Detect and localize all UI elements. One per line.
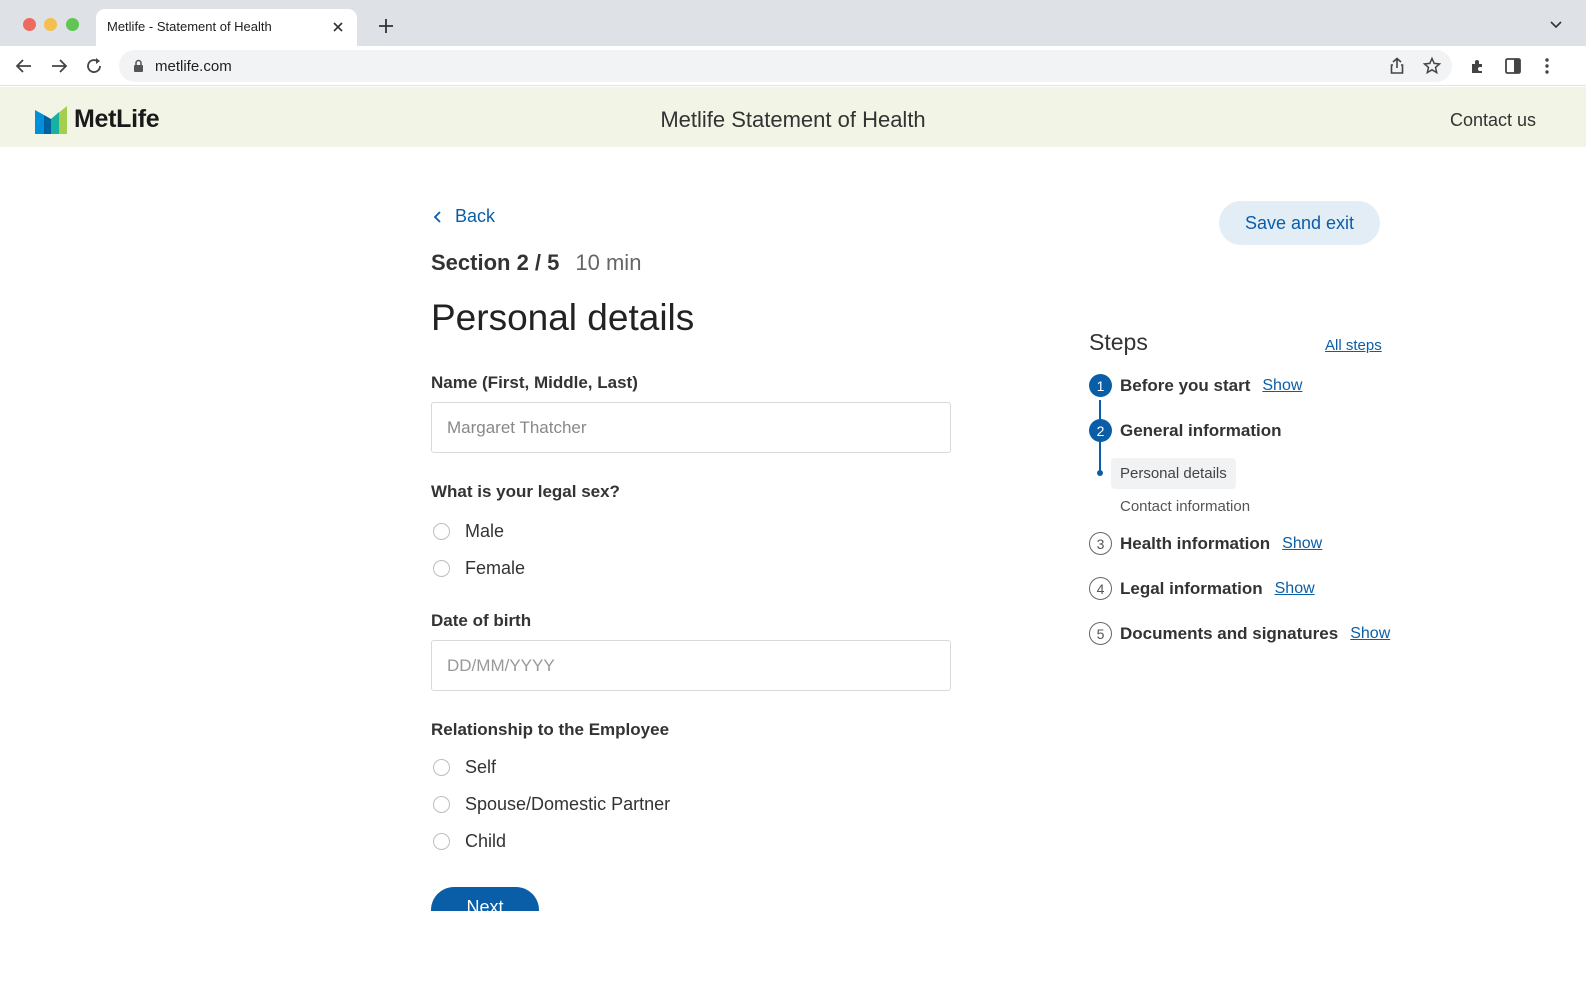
legal-sex-label: What is your legal sex? bbox=[431, 482, 620, 501]
radio-button[interactable] bbox=[433, 796, 450, 813]
step-number: 4 bbox=[1089, 577, 1112, 600]
chevron-left-icon bbox=[433, 210, 441, 223]
name-label: Name (First, Middle, Last) bbox=[431, 373, 638, 392]
date-of-birth-input[interactable] bbox=[431, 640, 951, 691]
site-header: MetLife Metlife Statement of Health Cont… bbox=[0, 87, 1586, 147]
step-health-information: 3 Health information Show bbox=[1089, 532, 1322, 555]
save-and-exit-button[interactable]: Save and exit bbox=[1219, 201, 1380, 245]
radio-button[interactable] bbox=[433, 560, 450, 577]
browser-tab[interactable]: Metlife - Statement of Health bbox=[96, 9, 357, 46]
show-link[interactable]: Show bbox=[1282, 535, 1322, 553]
forward-arrow-icon[interactable] bbox=[49, 56, 69, 76]
page-title: Personal details bbox=[431, 297, 695, 338]
plus-icon[interactable] bbox=[378, 18, 394, 34]
show-link[interactable]: Show bbox=[1275, 580, 1315, 598]
radio-label: Self bbox=[465, 757, 497, 777]
section-number: Section 2 / 5 bbox=[431, 250, 560, 275]
radio-spouse-domestic-partner[interactable]: Spouse/Domestic Partner bbox=[433, 794, 670, 815]
step-label: General information bbox=[1120, 420, 1282, 440]
next-button-container: Next bbox=[431, 887, 546, 911]
back-label: Back bbox=[455, 206, 496, 226]
step-number: 3 bbox=[1089, 532, 1112, 555]
show-link[interactable]: Show bbox=[1350, 625, 1390, 643]
current-substep-marker bbox=[1097, 470, 1103, 476]
date-of-birth-label: Date of birth bbox=[431, 611, 532, 630]
step-number: 1 bbox=[1089, 374, 1112, 397]
side-panel-icon[interactable] bbox=[1503, 56, 1523, 76]
radio-self[interactable]: Self bbox=[433, 757, 496, 778]
radio-button[interactable] bbox=[433, 833, 450, 850]
step-number: 5 bbox=[1089, 622, 1112, 645]
estimated-time: 10 min bbox=[575, 250, 642, 275]
next-button[interactable]: Next bbox=[431, 887, 539, 911]
relationship-label: Relationship to the Employee bbox=[431, 720, 670, 739]
url-text: metlife.com bbox=[155, 58, 232, 75]
all-steps-link[interactable]: All steps bbox=[1325, 337, 1382, 354]
close-icon[interactable] bbox=[331, 20, 345, 34]
radio-child[interactable]: Child bbox=[433, 831, 506, 852]
radio-label: Child bbox=[465, 831, 507, 851]
star-icon[interactable] bbox=[1422, 56, 1442, 76]
reload-icon[interactable] bbox=[84, 56, 104, 76]
contact-us-link[interactable]: Contact us bbox=[1450, 110, 1536, 131]
step-label: Documents and signatures bbox=[1120, 623, 1339, 643]
step-general-information: 2 General information bbox=[1089, 419, 1282, 442]
extensions-icon[interactable] bbox=[1468, 56, 1488, 76]
radio-button[interactable] bbox=[433, 759, 450, 776]
step-label: Health information bbox=[1120, 533, 1271, 553]
lock-icon bbox=[134, 59, 143, 72]
radio-male[interactable]: Male bbox=[433, 521, 504, 542]
maximize-window-button[interactable] bbox=[66, 18, 79, 31]
step-legal-information: 4 Legal information Show bbox=[1089, 577, 1315, 600]
step-before-you-start: 1 Before you start Show bbox=[1089, 374, 1302, 397]
step-documents-and-signatures: 5 Documents and signatures Show bbox=[1089, 622, 1390, 645]
substep-contact-information[interactable]: Contact information bbox=[1120, 498, 1250, 515]
radio-button[interactable] bbox=[433, 523, 450, 540]
step-label: Before you start bbox=[1120, 375, 1251, 395]
close-window-button[interactable] bbox=[23, 18, 36, 31]
show-link[interactable]: Show bbox=[1262, 377, 1302, 395]
back-link[interactable]: Back bbox=[431, 206, 495, 227]
substep-personal-details[interactable]: Personal details bbox=[1111, 458, 1236, 489]
chevron-down-icon[interactable] bbox=[1550, 21, 1562, 29]
browser-toolbar: metlife.com bbox=[0, 46, 1586, 86]
section-indicator: Section 2 / 5 10 min bbox=[431, 250, 641, 276]
tab-title: Metlife - Statement of Health bbox=[107, 19, 272, 34]
menu-dots-icon[interactable] bbox=[1537, 56, 1557, 76]
browser-tab-bar: Metlife - Statement of Health bbox=[0, 0, 1586, 46]
radio-label: Female bbox=[465, 558, 526, 578]
back-arrow-icon[interactable] bbox=[14, 56, 34, 76]
address-bar[interactable]: metlife.com bbox=[119, 50, 1452, 82]
step-label: Legal information bbox=[1120, 578, 1263, 598]
radio-label: Male bbox=[465, 521, 505, 541]
minimize-window-button[interactable] bbox=[44, 18, 57, 31]
site-title: Metlife Statement of Health bbox=[660, 107, 926, 132]
name-input[interactable] bbox=[431, 402, 951, 453]
share-icon[interactable] bbox=[1387, 56, 1407, 76]
radio-female[interactable]: Female bbox=[433, 558, 525, 579]
step-number: 2 bbox=[1089, 419, 1112, 442]
radio-label: Spouse/Domestic Partner bbox=[465, 794, 671, 814]
steps-title: Steps bbox=[1089, 329, 1148, 355]
